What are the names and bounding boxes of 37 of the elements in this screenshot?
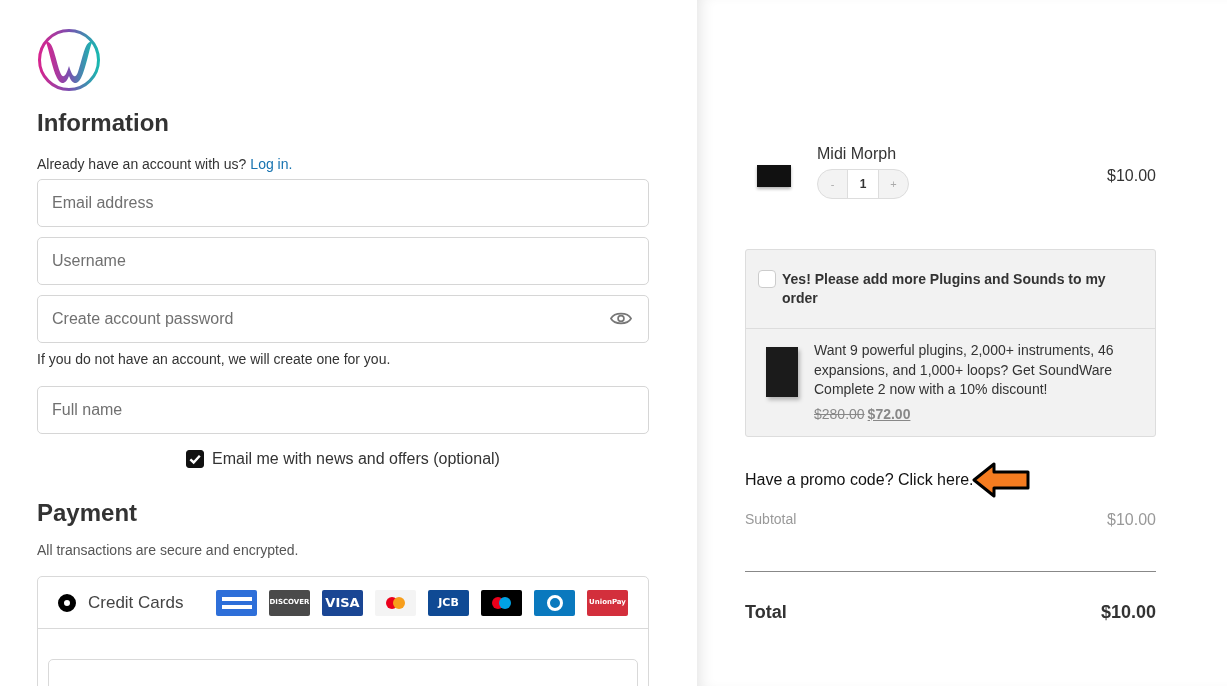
logo-icon [37, 28, 101, 92]
checkbox-label: Email me with news and offers (optional) [212, 450, 500, 468]
radio-button[interactable] [58, 593, 76, 612]
quantity-value: 1 [847, 170, 879, 198]
input-field[interactable]: Email address [37, 179, 649, 227]
input-field[interactable]: Create account password [37, 295, 649, 343]
upsell-label: Yes! Please add more Plugins and Sounds to my order [782, 270, 1107, 308]
arrow-icon [971, 460, 1030, 499]
input-field[interactable]: Username [37, 237, 649, 285]
section-title: Information [37, 108, 170, 138]
input-field[interactable]: Full name [37, 386, 649, 434]
section-title: Payment [37, 498, 139, 528]
card-logo [534, 589, 575, 616]
product-name: Midi Morph [817, 145, 898, 163]
checkbox[interactable] [186, 450, 205, 468]
eye-icon[interactable] [610, 311, 632, 326]
card-logo [481, 589, 522, 616]
product-image [757, 165, 791, 187]
total-label: Total [745, 601, 787, 623]
card-logo [375, 589, 416, 616]
product-price: $10.00 [1107, 167, 1156, 185]
promo-link[interactable]: Have a promo code? Click here. [745, 470, 974, 489]
card-logo: JCB [428, 589, 469, 616]
subtotal-value: $10.00 [1107, 510, 1156, 529]
payment-note: All transactions are secure and encrypted. [37, 542, 300, 558]
card-logo: VISA [322, 589, 363, 616]
product-box-image [766, 347, 798, 397]
upsell-description: Want 9 powerful plugins, 2,000+ instruments, 46 expansions, and 1,000+ loops? Get SoundWare Complete 2 now with a 10% discount! [814, 341, 1115, 399]
account-note: If you do not have an account, we will create one for you. [37, 351, 392, 367]
account-prompt: Already have an account with us? [37, 156, 247, 172]
total-value: $10.00 [1100, 601, 1156, 623]
sale-price: $72.00 [867, 405, 911, 422]
subtotal-label: Subtotal [745, 510, 797, 529]
login-link[interactable]: Log in. [250, 156, 293, 172]
old-price: $280.00 [814, 405, 865, 422]
payment-method-label: Credit Cards [88, 592, 184, 613]
card-logo [216, 589, 257, 616]
